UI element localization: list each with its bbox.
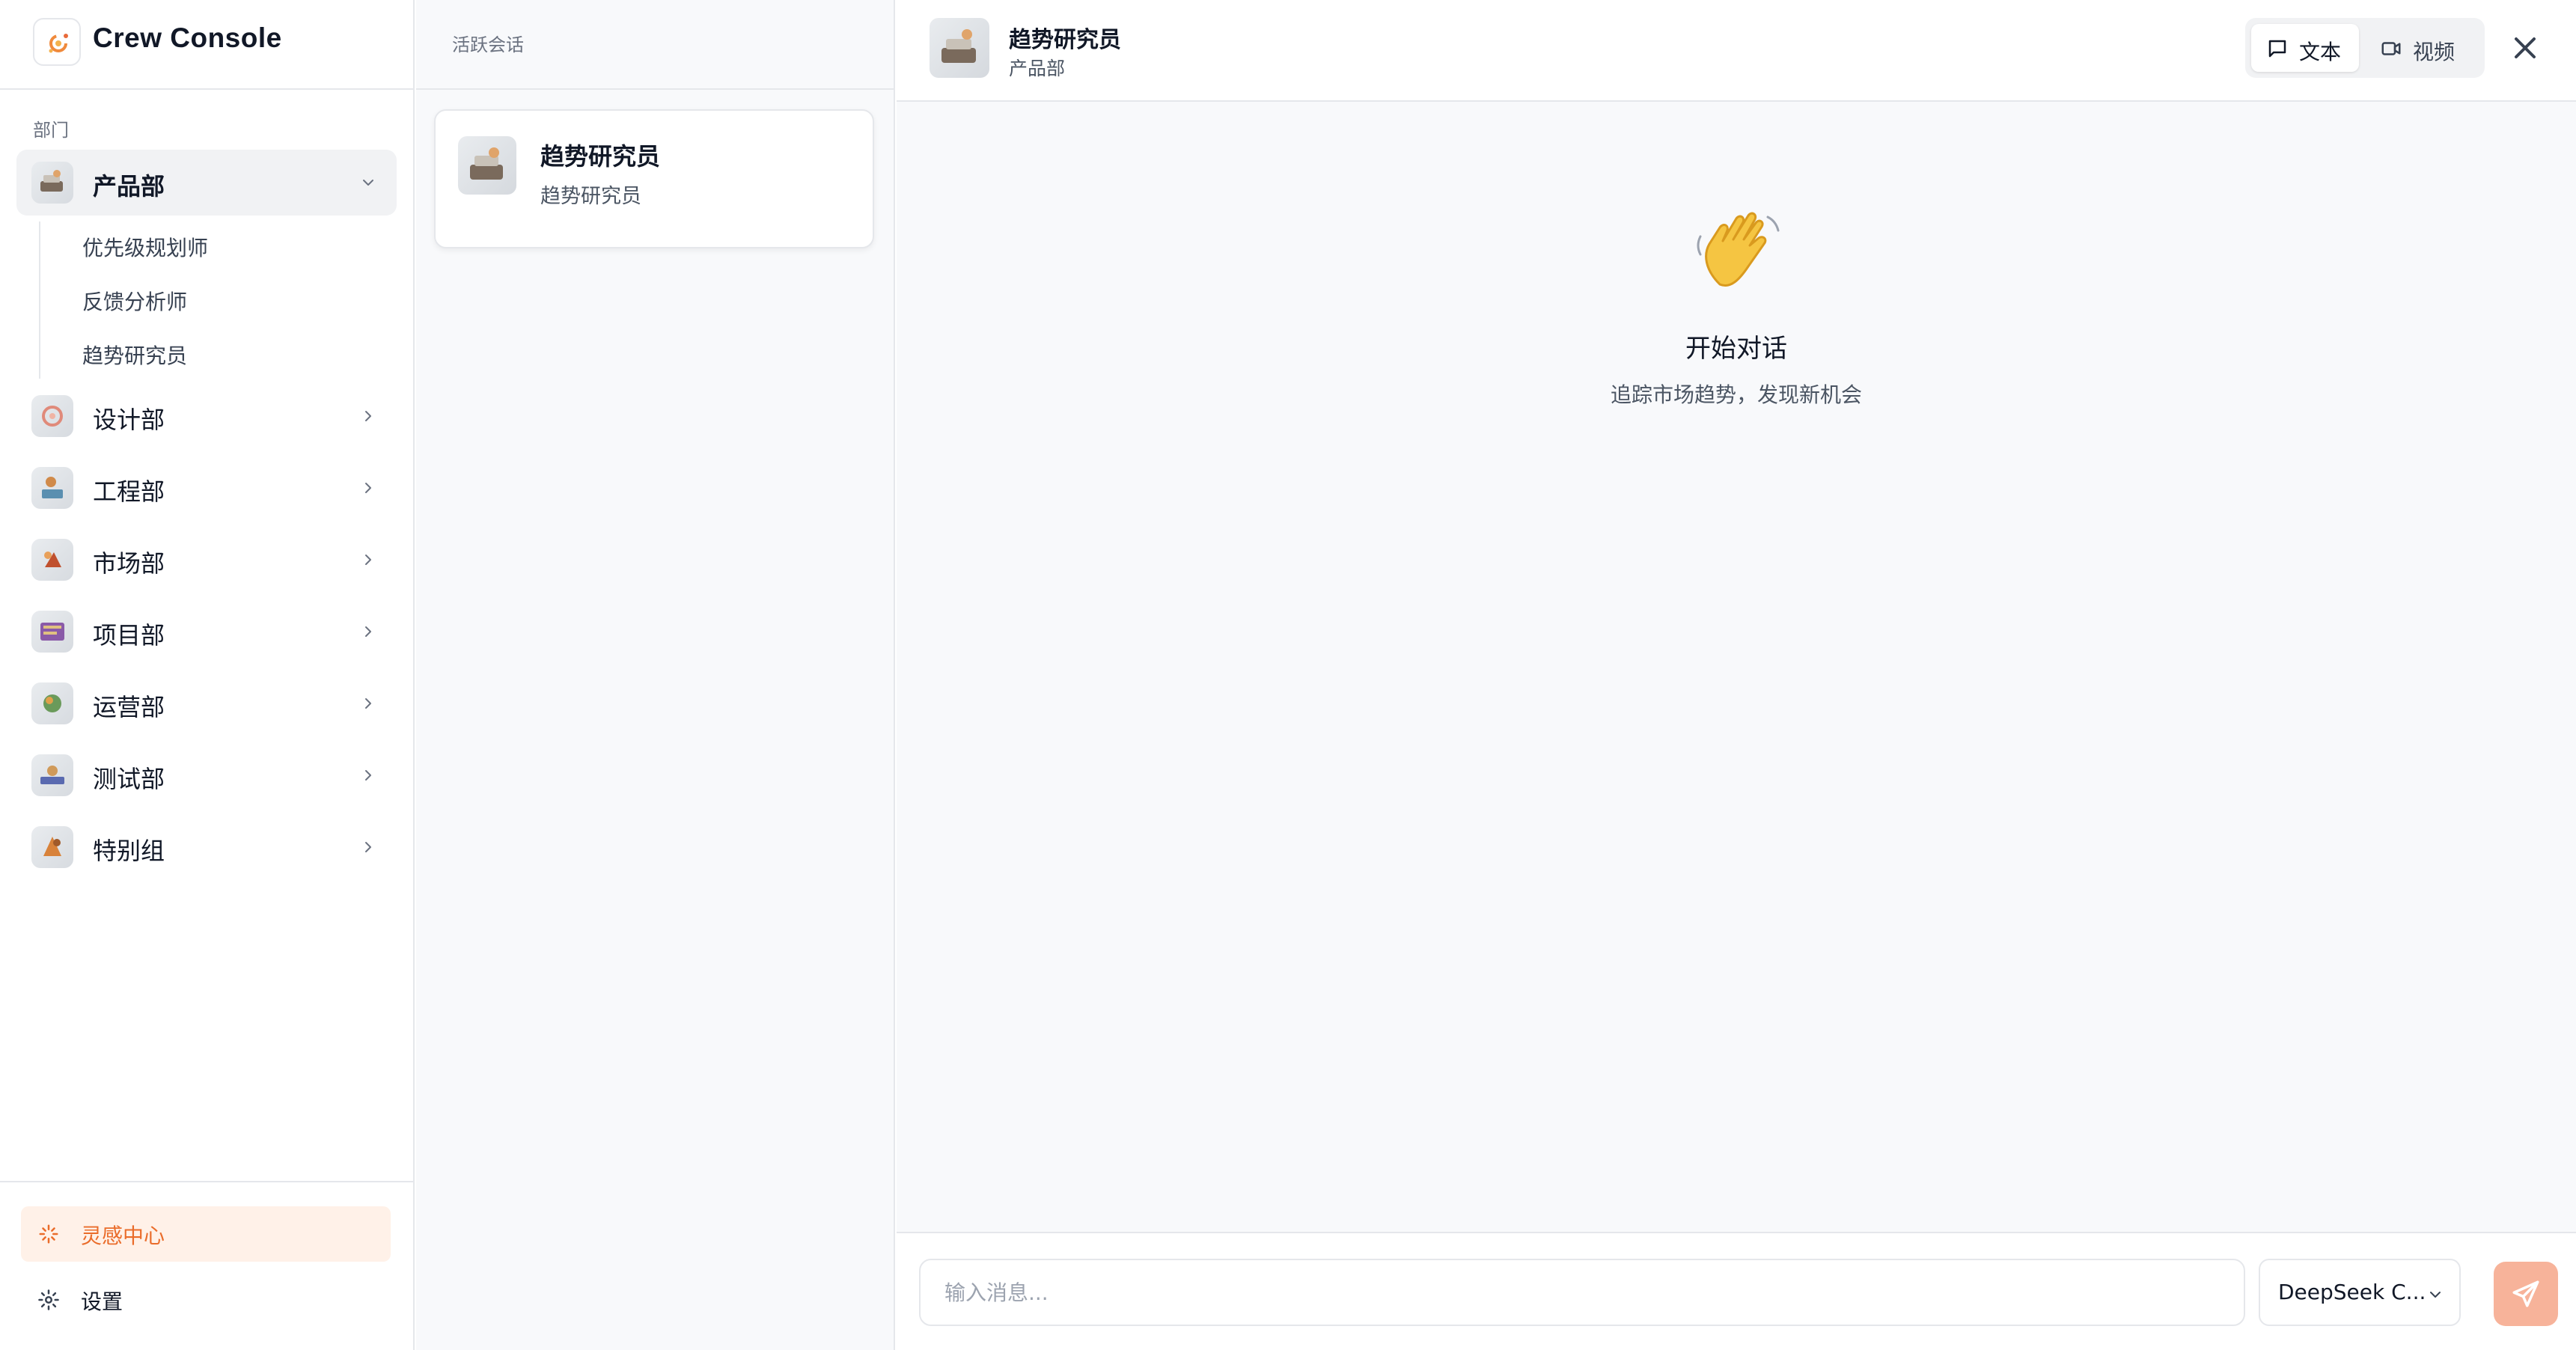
app-window: Crew Console 部门 产品部 优先级规划师 反馈分析师 趋势研究员 设… xyxy=(0,0,2576,1350)
chevron-right-icon xyxy=(365,411,371,421)
member-item-trend-researcher[interactable]: 趋势研究员 xyxy=(82,340,187,370)
dept-label: 市场部 xyxy=(93,549,165,578)
message-input[interactable] xyxy=(919,1259,2245,1326)
dept-project-avatar xyxy=(31,611,73,653)
dept-testing-avatar xyxy=(31,754,73,796)
chevron-down-icon xyxy=(363,180,373,186)
dept-item-special[interactable]: 特别组 xyxy=(16,814,397,880)
session-subtitle: 趋势研究员 xyxy=(540,185,641,208)
empty-state: 开始对话 追踪市场趋势，发现新机会 xyxy=(897,202,2576,427)
session-card[interactable]: 趋势研究员 趋势研究员 xyxy=(434,109,874,248)
mode-toggle: 文本 视频 xyxy=(2245,18,2485,78)
composer: DeepSeek C... xyxy=(897,1232,2576,1350)
dept-design-avatar xyxy=(31,395,73,437)
chevron-right-icon xyxy=(365,626,371,637)
app-logo-icon xyxy=(33,18,81,66)
dept-engineering-avatar xyxy=(31,467,73,509)
dept-label: 设计部 xyxy=(93,406,165,434)
empty-state-title: 开始对话 xyxy=(1685,334,1787,364)
send-icon xyxy=(2512,1280,2539,1307)
dept-label: 工程部 xyxy=(93,477,165,506)
dept-marketing-avatar xyxy=(31,539,73,581)
dept-item-project[interactable]: 项目部 xyxy=(16,599,397,665)
chevron-right-icon xyxy=(365,555,371,565)
message-square-icon xyxy=(2268,40,2286,58)
dept-item-testing[interactable]: 测试部 xyxy=(16,742,397,808)
waving-hand-icon xyxy=(1697,212,1780,287)
sessions-panel: 活跃会话 趋势研究员 趋势研究员 xyxy=(416,0,895,1350)
agent-avatar xyxy=(930,18,989,78)
model-select[interactable]: DeepSeek C... xyxy=(2259,1259,2461,1326)
inspiration-center-button[interactable]: 灵感中心 xyxy=(21,1206,391,1262)
video-camera-icon xyxy=(2381,42,2401,55)
agent-department: 产品部 xyxy=(1009,58,1066,79)
member-item-feedback-analyst[interactable]: 反馈分析师 xyxy=(82,286,187,316)
chevron-right-icon xyxy=(365,698,371,709)
text-mode-button[interactable]: 文本 xyxy=(2251,24,2359,72)
sessions-header-label: 活跃会话 xyxy=(452,34,524,55)
settings-button[interactable]: 设置 xyxy=(21,1272,391,1326)
chevron-right-icon xyxy=(365,770,371,781)
member-item-priority-planner[interactable]: 优先级规划师 xyxy=(82,232,208,262)
send-button[interactable] xyxy=(2494,1262,2558,1326)
close-icon[interactable] xyxy=(2507,30,2543,66)
dept-operations-avatar xyxy=(31,682,73,724)
sessions-header: 活跃会话 xyxy=(416,0,894,90)
submenu-guide-line xyxy=(39,222,40,379)
dept-item-design[interactable]: 设计部 xyxy=(16,383,397,449)
dept-label: 运营部 xyxy=(93,693,165,721)
dept-label: 产品部 xyxy=(93,172,165,201)
dept-product-avatar xyxy=(31,162,73,204)
session-avatar xyxy=(458,136,516,195)
dept-label: 测试部 xyxy=(93,765,165,793)
dept-item-operations[interactable]: 运营部 xyxy=(16,671,397,736)
inspiration-center-label: 灵感中心 xyxy=(81,1224,165,1248)
settings-label: 设置 xyxy=(81,1289,123,1314)
brand-header: Crew Console xyxy=(0,0,413,90)
chat-panel: 趋势研究员 产品部 文本 视频 开始对话 追踪市场趋势，发现新机会 输入消息..… xyxy=(897,0,2576,1350)
dept-special-avatar xyxy=(31,826,73,868)
dept-label: 特别组 xyxy=(93,837,165,865)
chevron-right-icon xyxy=(365,483,371,493)
gear-icon xyxy=(38,1289,59,1310)
dept-item-engineering[interactable]: 工程部 xyxy=(16,455,397,521)
departments-section-label: 部门 xyxy=(33,120,69,141)
dept-item-product[interactable]: 产品部 xyxy=(16,150,397,216)
chevron-right-icon xyxy=(365,842,371,852)
text-mode-label: 文本 xyxy=(2299,40,2342,64)
agent-name: 趋势研究员 xyxy=(1009,27,1121,53)
app-title: Crew Console xyxy=(93,22,282,53)
dept-label: 项目部 xyxy=(93,621,165,650)
model-select-label: DeepSeek C... xyxy=(2278,1280,2426,1304)
dept-item-marketing[interactable]: 市场部 xyxy=(16,527,397,593)
sidebar-footer-divider xyxy=(0,1181,413,1182)
session-title: 趋势研究员 xyxy=(540,142,661,171)
chat-header: 趋势研究员 产品部 文本 视频 xyxy=(897,0,2576,102)
sparkle-icon xyxy=(39,1224,58,1244)
video-mode-label: 视频 xyxy=(2413,40,2456,64)
video-mode-button[interactable]: 视频 xyxy=(2365,24,2477,72)
sidebar: Crew Console 部门 产品部 优先级规划师 反馈分析师 趋势研究员 设… xyxy=(0,0,415,1350)
chevron-down-icon xyxy=(2430,1292,2441,1298)
empty-state-subtitle: 追踪市场趋势，发现新机会 xyxy=(1610,382,1862,407)
